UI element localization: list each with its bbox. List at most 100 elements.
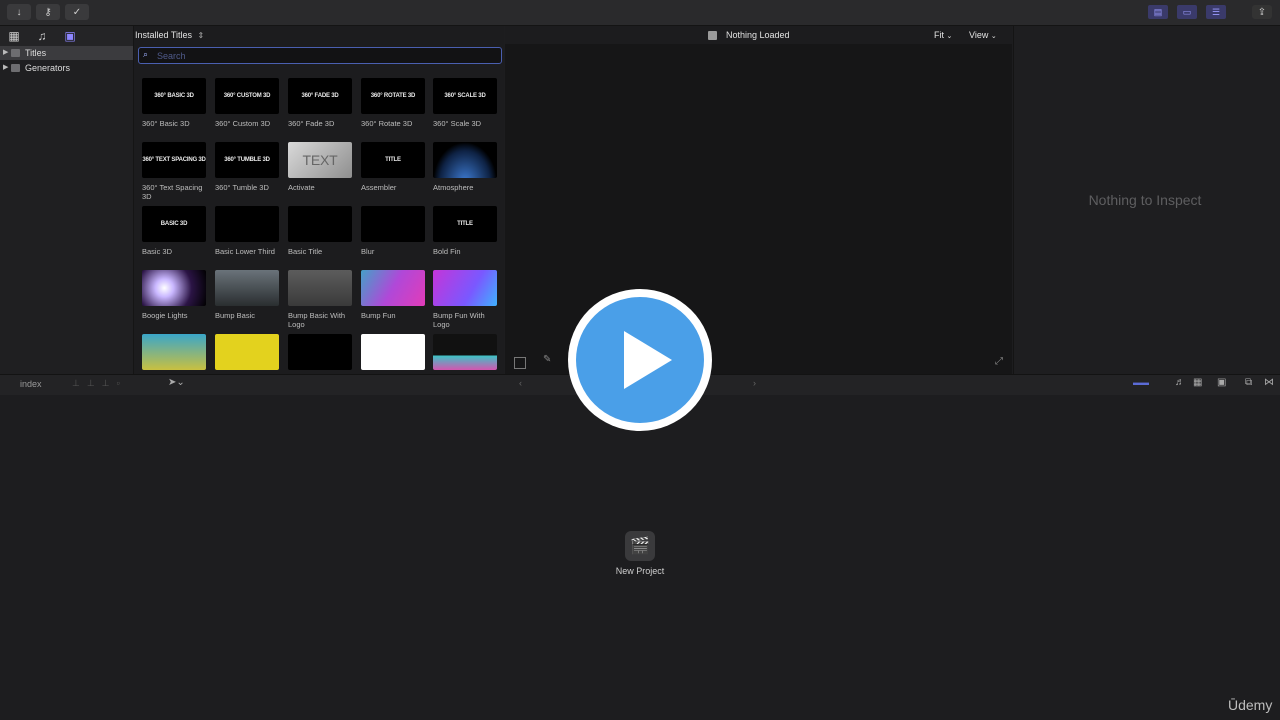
show-browser-button[interactable]: ▤: [1148, 5, 1168, 19]
title-tile[interactable]: 360° TEXT SPACING 3D 360° Text Spacing 3D: [142, 142, 206, 201]
titles-generators-tab-icon[interactable]: ▣: [63, 29, 77, 43]
title-tile-label: 360° Rotate 3D: [361, 119, 413, 128]
audio-meter-icon[interactable]: ▬▬: [1133, 378, 1149, 387]
clapperboard-icon: 🎬: [630, 538, 650, 555]
title-tile[interactable]: [433, 334, 497, 370]
edit-buttons: ⊥⊥⊥▫: [72, 378, 127, 388]
thumbnail-text: 360° TUMBLE 3D: [224, 157, 270, 163]
thumbnail-text: 360° BASIC 3D: [154, 93, 194, 99]
libraries-tab-icon[interactable]: ♫: [35, 29, 49, 43]
enhance-tool-icon[interactable]: ✎: [543, 354, 551, 365]
title-tile[interactable]: Bump Basic: [215, 270, 279, 320]
title-thumbnail: [433, 334, 497, 370]
title-tile[interactable]: Basic Title: [288, 206, 352, 256]
chevron-down-icon: ⌄: [946, 33, 953, 40]
title-tile[interactable]: 360° ROTATE 3D 360° Rotate 3D: [361, 78, 425, 128]
fit-label: Fit: [934, 30, 944, 40]
title-tile[interactable]: BASIC 3D Basic 3D: [142, 206, 206, 256]
share-button[interactable]: ⇪: [1252, 5, 1272, 19]
title-tile[interactable]: Bump Fun: [361, 270, 425, 320]
disclosure-triangle-icon[interactable]: ▶: [3, 46, 8, 60]
title-tile-label: 360° Fade 3D: [288, 119, 335, 128]
title-thumbnail: TITLE: [433, 206, 497, 242]
back-arrow-icon[interactable]: ‹: [519, 378, 522, 388]
title-tile[interactable]: 360° SCALE 3D 360° Scale 3D: [433, 78, 497, 128]
title-tile-label: 360° Custom 3D: [215, 119, 271, 128]
title-tile[interactable]: Bump Basic With Logo: [288, 270, 352, 329]
photos-audio-tab-icon[interactable]: ▦: [7, 29, 21, 43]
title-tile[interactable]: Basic Lower Third: [215, 206, 279, 256]
title-thumbnail: 360° CUSTOM 3D: [215, 78, 279, 114]
title-thumbnail: [433, 142, 497, 178]
title-thumbnail: [361, 270, 425, 306]
title-thumbnail: [433, 270, 497, 306]
import-button[interactable]: ↓: [7, 4, 31, 20]
title-tile-label: Basic 3D: [142, 247, 173, 256]
title-tile-label: Boogie Lights: [142, 311, 188, 320]
sidebar-item-titles[interactable]: ▶ Titles: [0, 46, 133, 60]
new-project-button[interactable]: 🎬: [625, 531, 655, 561]
title-tile[interactable]: TITLE Assembler: [361, 142, 425, 192]
title-thumbnail: 360° SCALE 3D: [433, 78, 497, 114]
title-tile[interactable]: 360° TUMBLE 3D 360° Tumble 3D: [215, 142, 279, 192]
select-tool-icon[interactable]: ➤⌄: [168, 377, 185, 388]
title-tile[interactable]: Boogie Lights: [142, 270, 206, 320]
sidebar-item-label: Generators: [25, 63, 71, 73]
browser-header[interactable]: Installed Titles ⇕: [135, 30, 204, 40]
title-tile[interactable]: [215, 334, 279, 370]
view-label: View: [969, 30, 989, 40]
title-tile[interactable]: 360° FADE 3D 360° Fade 3D: [288, 78, 352, 128]
forward-arrow-icon[interactable]: ›: [753, 378, 756, 388]
check-circle-icon: ✓: [72, 6, 82, 18]
effects-browser-icon[interactable]: ▣: [1217, 377, 1226, 388]
title-tile[interactable]: [142, 334, 206, 370]
thumbnail-text: BASIC 3D: [160, 221, 188, 227]
title-thumbnail: [142, 270, 206, 306]
title-tile-label: 360° Text Spacing 3D: [142, 183, 203, 201]
search-input[interactable]: [157, 48, 487, 63]
library-sidebar: [0, 26, 134, 374]
title-thumbnail: TITLE: [361, 142, 425, 178]
show-inspector-button[interactable]: ☰: [1206, 5, 1226, 19]
thumbnail-text: 360° TEXT SPACING 3D: [142, 157, 206, 163]
title-tile[interactable]: TITLE Bold Fin: [433, 206, 497, 256]
title-tile[interactable]: [288, 334, 352, 370]
download-icon: ↓: [16, 6, 22, 18]
view-menu[interactable]: View ⌄: [969, 30, 997, 40]
title-tile[interactable]: 360° BASIC 3D 360° Basic 3D: [142, 78, 206, 128]
title-tile[interactable]: 360° CUSTOM 3D 360° Custom 3D: [215, 78, 279, 128]
transform-tool-icon[interactable]: [514, 357, 526, 369]
title-tile-label: Bold Fin: [433, 247, 461, 256]
sidebar-item-label: Titles: [25, 48, 47, 58]
title-thumbnail: [288, 206, 352, 242]
title-tile-label: Activate: [288, 183, 315, 192]
transitions-icon[interactable]: ⧉: [1245, 377, 1252, 388]
sidebar-item-generators[interactable]: ▶ Generators: [0, 61, 133, 75]
title-tile[interactable]: Atmosphere: [433, 142, 497, 192]
headphones-icon[interactable]: ♬: [1175, 377, 1185, 388]
fit-menu[interactable]: Fit ⌄: [934, 30, 952, 40]
title-tile-label: Blur: [361, 247, 375, 256]
inspector-layout-icon: ☰: [1211, 6, 1221, 17]
title-tile-label: Bump Basic: [215, 311, 256, 320]
transitions-browser-icon[interactable]: ⋈: [1264, 377, 1274, 388]
title-tile-label: Basic Lower Third: [215, 247, 275, 256]
search-icon: ⌕: [143, 49, 149, 59]
fullscreen-icon[interactable]: ⤢: [995, 356, 1003, 367]
play-button[interactable]: [566, 287, 714, 433]
index-button[interactable]: index: [20, 379, 42, 389]
title-tile[interactable]: TEXT Activate: [288, 142, 352, 192]
search-field[interactable]: ⌕: [138, 47, 502, 64]
disclosure-triangle-icon[interactable]: ▶: [3, 61, 8, 75]
show-timeline-button[interactable]: ▭: [1177, 5, 1197, 19]
title-tile[interactable]: Bump Fun With Logo: [433, 270, 497, 329]
thumbnail-text: TITLE: [385, 157, 401, 163]
thumbnail-text: TEXT: [302, 152, 338, 168]
title-tile[interactable]: Blur: [361, 206, 425, 256]
keywords-button[interactable]: ⚷: [36, 4, 60, 20]
clip-appearance-icon[interactable]: ▦: [1193, 377, 1202, 388]
title-tile-label: 360° Basic 3D: [142, 119, 190, 128]
thumbnail-text: 360° ROTATE 3D: [370, 93, 416, 99]
title-tile[interactable]: [361, 334, 425, 370]
background-tasks-button[interactable]: ✓: [65, 4, 89, 20]
